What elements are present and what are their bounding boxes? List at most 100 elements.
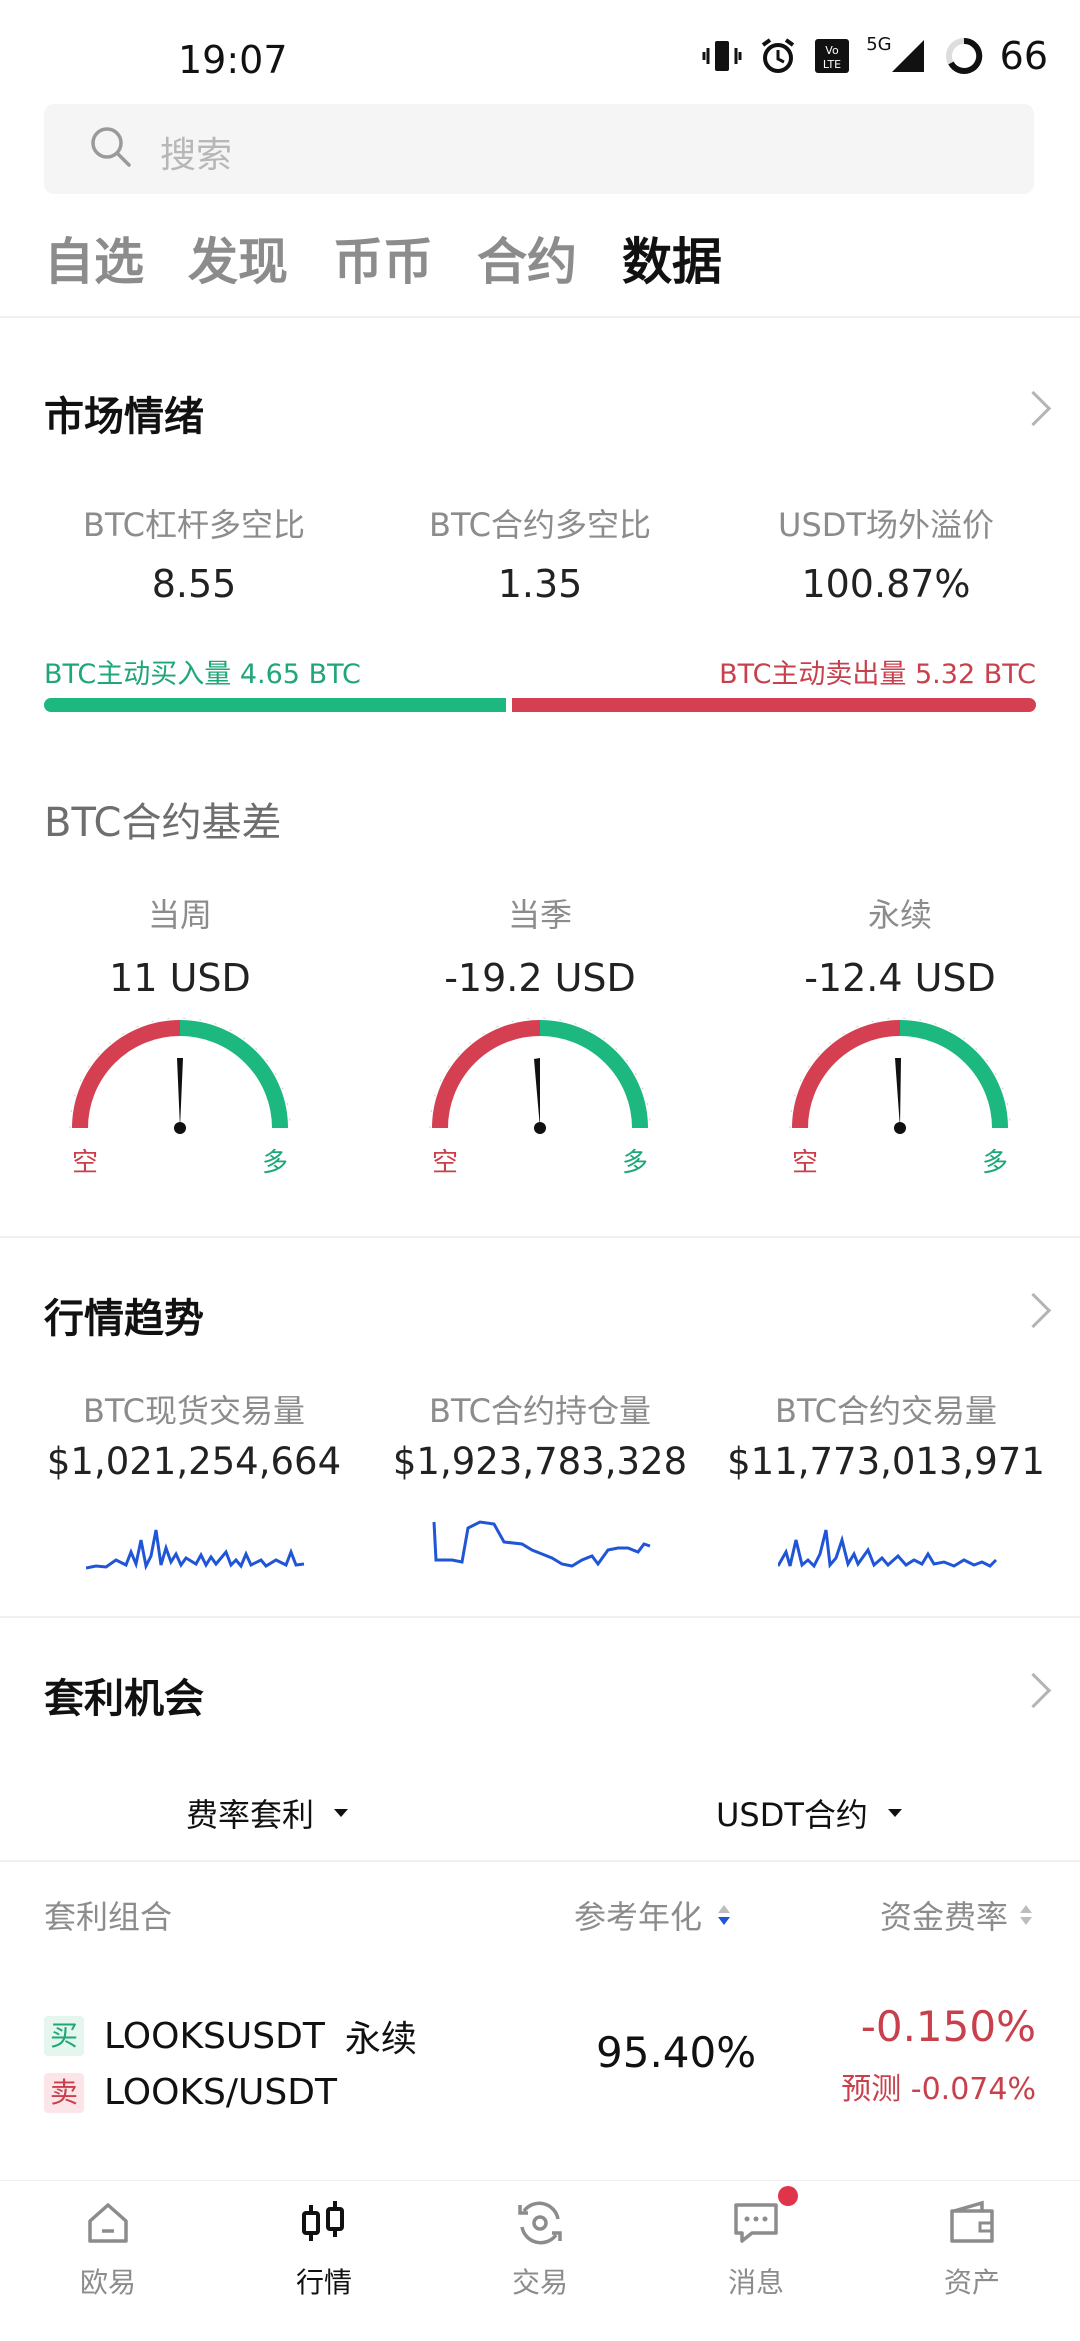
status-icons: Vo LTE 5G 66 bbox=[702, 34, 1048, 78]
section-title-sentiment: 市场情绪 bbox=[44, 394, 204, 440]
nav-trade[interactable]: 交易 bbox=[432, 2195, 648, 2301]
trade-icon bbox=[518, 2201, 562, 2245]
battery-level: 66 bbox=[999, 34, 1048, 78]
arb-annual-yield: 95.40% bbox=[596, 2028, 757, 2077]
trend-futures-volume[interactable]: BTC合约交易量 $11,773,013,971 bbox=[716, 1386, 1056, 1483]
trend-label: BTC合约持仓量 bbox=[429, 1392, 651, 1430]
gauge-long-label: 多 bbox=[262, 1148, 289, 1178]
nav-home[interactable]: 欧易 bbox=[0, 2195, 216, 2301]
gauge-value: -19.2 USD bbox=[444, 956, 636, 1000]
divider bbox=[0, 316, 1080, 318]
gauge-short-label: 空 bbox=[792, 1148, 819, 1178]
nav-markets[interactable]: 行情 bbox=[216, 2195, 432, 2301]
tab-watchlist[interactable]: 自选 bbox=[44, 222, 144, 294]
chevron-right-icon[interactable] bbox=[1015, 1292, 1052, 1329]
stat-label: BTC杠杆多空比 bbox=[83, 506, 305, 544]
stat-value: 1.35 bbox=[497, 562, 583, 606]
gauge-value: -12.4 USD bbox=[804, 956, 996, 1000]
basis-title: BTC合约基差 bbox=[44, 800, 282, 846]
gauge-weekly[interactable]: 当周 11 USD bbox=[10, 890, 350, 1000]
arb-funding-forecast: 预测 -0.074% bbox=[841, 2072, 1036, 2107]
section-title-arbitrage: 套利机会 bbox=[44, 1676, 204, 1722]
gauge-quarterly[interactable]: 当季 -19.2 USD bbox=[370, 890, 710, 1000]
arbitrage-type-select[interactable]: 费率套利 bbox=[186, 1790, 350, 1836]
header-annual-label: 参考年化 bbox=[574, 1898, 703, 1936]
stat-label: BTC合约多空比 bbox=[429, 506, 651, 544]
stat-value: 100.87% bbox=[801, 562, 971, 606]
trend-spot-volume[interactable]: BTC现货交易量 $1,021,254,664 bbox=[24, 1386, 364, 1483]
arbitrage-market-select[interactable]: USDT合约 bbox=[716, 1790, 904, 1836]
header-combo: 套利组合 bbox=[44, 1898, 173, 1936]
header-funding-label: 资金费率 bbox=[880, 1898, 1009, 1936]
sort-icon bbox=[718, 1905, 731, 1925]
arb-buy-leg[interactable]: 买 LOOKSUSDT 永续 bbox=[44, 2010, 417, 2062]
stat-btc-margin-ratio[interactable]: BTC杠杆多空比 8.55 bbox=[24, 500, 364, 606]
message-icon bbox=[734, 2203, 778, 2243]
arb-sell-leg[interactable]: 卖 LOOKS/USDT bbox=[44, 2072, 337, 2113]
section-title-trend: 行情趋势 bbox=[44, 1296, 204, 1342]
header-funding[interactable]: 资金费率 bbox=[880, 1892, 1034, 1938]
nav-assets[interactable]: 资产 bbox=[864, 2195, 1080, 2301]
divider bbox=[0, 1616, 1080, 1618]
buy-volume-bar bbox=[44, 698, 506, 712]
arbitrage-market-value: USDT合约 bbox=[716, 1796, 868, 1834]
tab-spot[interactable]: 币币 bbox=[333, 222, 433, 294]
sell-volume-bar bbox=[512, 698, 1036, 712]
chevron-right-icon[interactable] bbox=[1015, 1672, 1052, 1709]
sparkline-futures-oi bbox=[432, 1520, 651, 1568]
trend-value: $1,021,254,664 bbox=[46, 1440, 342, 1483]
divider bbox=[0, 1860, 1080, 1862]
header-annual[interactable]: 参考年化 bbox=[574, 1892, 732, 1938]
trend-value: $11,773,013,971 bbox=[727, 1440, 1045, 1483]
home-icon bbox=[88, 2203, 128, 2243]
gauge-label: 当周 bbox=[147, 896, 212, 934]
nav-label: 资产 bbox=[943, 2266, 1000, 2299]
buy-volume: BTC主动买入量 4.65 BTC bbox=[44, 659, 361, 690]
nav-label: 行情 bbox=[295, 2266, 352, 2299]
gauge-label: 当季 bbox=[507, 896, 572, 934]
trend-label: BTC现货交易量 bbox=[83, 1392, 305, 1430]
gauge-long-label: 多 bbox=[982, 1148, 1009, 1178]
trend-futures-oi[interactable]: BTC合约持仓量 $1,923,783,328 bbox=[370, 1386, 710, 1483]
gauge-value: 11 USD bbox=[109, 956, 251, 1000]
nav-label: 欧易 bbox=[79, 2266, 136, 2299]
gauge-dial bbox=[789, 1017, 1011, 1134]
stat-btc-futures-ratio[interactable]: BTC合约多空比 1.35 bbox=[370, 500, 710, 606]
nav-label: 消息 bbox=[727, 2266, 784, 2299]
gauge-perpetual[interactable]: 永续 -12.4 USD bbox=[730, 890, 1070, 1000]
gauge-short-label: 空 bbox=[432, 1148, 459, 1178]
gauge-dial bbox=[69, 1017, 291, 1134]
arbitrage-type-value: 费率套利 bbox=[186, 1796, 315, 1834]
buy-pair: LOOKSUSDT bbox=[104, 2015, 325, 2057]
candlestick-icon bbox=[302, 2201, 344, 2241]
tab-discover[interactable]: 发现 bbox=[188, 222, 288, 294]
stat-label: USDT场外溢价 bbox=[778, 506, 994, 544]
arb-funding-rate: -0.150% bbox=[860, 2002, 1036, 2051]
stat-value: 8.55 bbox=[151, 562, 237, 606]
chevron-right-icon[interactable] bbox=[1015, 390, 1052, 427]
sparkline-spot-volume bbox=[86, 1529, 305, 1571]
nav-messages[interactable]: 消息 bbox=[648, 2195, 864, 2301]
wallet-icon bbox=[950, 2200, 994, 2243]
gauge-dial bbox=[429, 1017, 651, 1134]
svg-text:Vo: Vo bbox=[826, 44, 840, 57]
search-placeholder[interactable]: 搜索 bbox=[160, 126, 232, 178]
trend-value: $1,923,783,328 bbox=[392, 1440, 688, 1483]
buy-pair-type: 永续 bbox=[344, 2019, 417, 2060]
sell-volume: BTC主动卖出量 5.32 BTC bbox=[719, 659, 1036, 690]
status-time: 19:07 bbox=[178, 38, 288, 82]
svg-text:LTE: LTE bbox=[823, 58, 841, 71]
stat-usdt-premium[interactable]: USDT场外溢价 100.87% bbox=[716, 500, 1056, 606]
tab-data[interactable]: 数据 bbox=[622, 222, 722, 294]
trend-label: BTC合约交易量 bbox=[775, 1392, 997, 1430]
battery-icon bbox=[945, 37, 982, 74]
caret-down-icon bbox=[887, 1809, 902, 1817]
nav-label: 交易 bbox=[511, 2266, 568, 2299]
volte-icon: VoLTE bbox=[815, 39, 850, 73]
sort-icon bbox=[1020, 1905, 1033, 1925]
tab-futures[interactable]: 合约 bbox=[477, 222, 577, 294]
signal-icon bbox=[891, 40, 924, 72]
gauge-label: 永续 bbox=[867, 896, 932, 934]
caret-down-icon bbox=[334, 1809, 349, 1817]
notification-badge bbox=[778, 2186, 798, 2206]
